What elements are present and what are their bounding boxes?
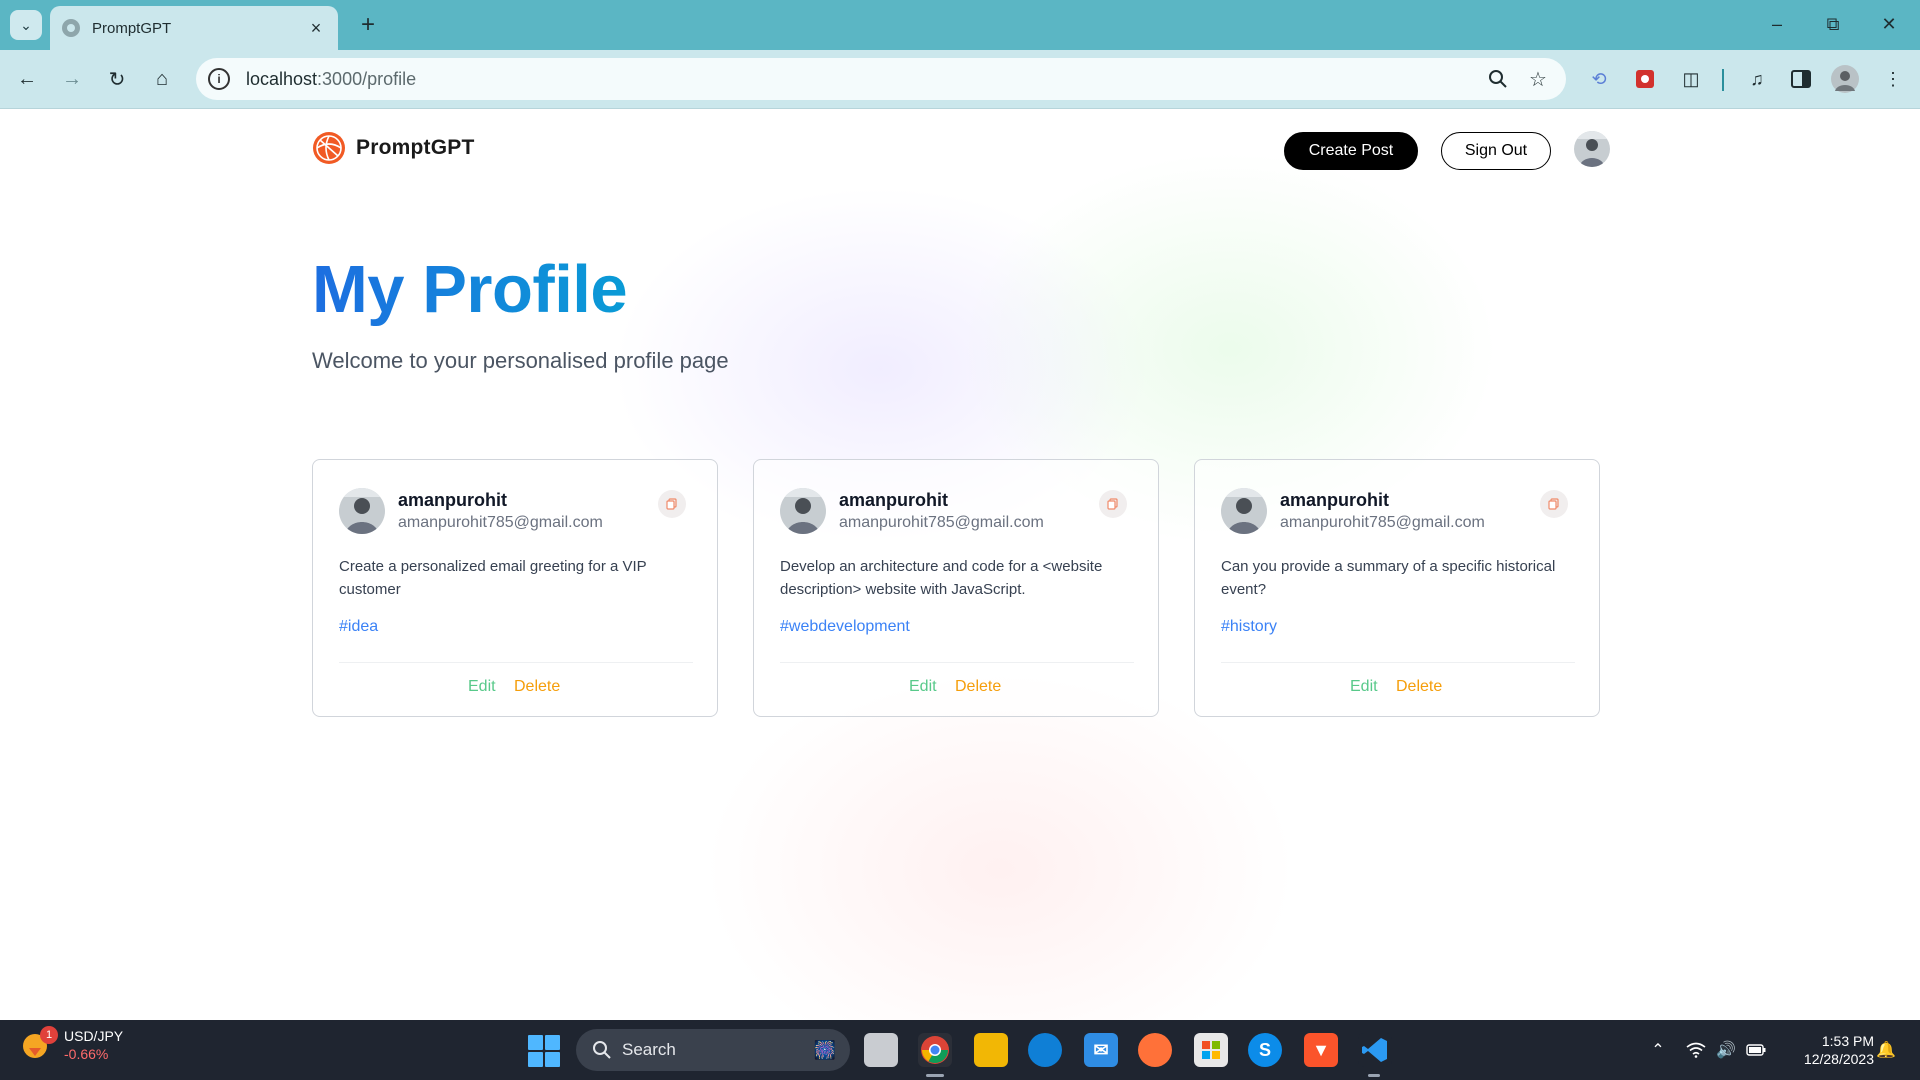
card-email: amanpurohit785@gmail.com [839, 514, 1044, 531]
search-icon [593, 1041, 611, 1059]
prompt-card: amanpurohit amanpurohit785@gmail.com Can… [1194, 459, 1600, 717]
tab-title: PromptGPT [92, 19, 172, 37]
user-avatar[interactable] [1574, 131, 1610, 167]
card-avatar[interactable] [1221, 488, 1267, 534]
widget-change: -0.66% [64, 1046, 109, 1062]
card-avatar[interactable] [339, 488, 385, 534]
firefox-icon[interactable] [1138, 1033, 1172, 1067]
card-email: amanpurohit785@gmail.com [398, 514, 603, 531]
prompt-card: amanpurohit amanpurohit785@gmail.com Dev… [753, 459, 1159, 717]
chrome-icon[interactable] [918, 1033, 952, 1067]
widget-pair: USD/JPY [64, 1028, 124, 1044]
edit-button[interactable]: Edit [1350, 678, 1378, 696]
zoom-icon[interactable] [1478, 59, 1518, 99]
task-view-icon[interactable] [864, 1033, 898, 1067]
currency-widget-icon: 1 [20, 1026, 58, 1062]
side-panel-icon[interactable] [1784, 62, 1818, 96]
page-subtitle: Welcome to your personalised profile pag… [312, 348, 729, 373]
home-icon[interactable]: ⌂ [145, 62, 179, 96]
browser-tab[interactable]: PromptGPT × [50, 6, 338, 50]
new-tab-plus-icon[interactable]: + [352, 9, 384, 41]
forward-arrow-icon[interactable]: → [55, 62, 89, 96]
card-divider [780, 662, 1134, 663]
copy-icon[interactable] [658, 490, 686, 518]
widgets-button[interactable]: 1 USD/JPY -0.66% [20, 1026, 124, 1062]
card-avatar[interactable] [780, 488, 826, 534]
back-arrow-icon[interactable]: ← [10, 62, 44, 96]
media-control-icon[interactable]: ♫ [1740, 62, 1774, 96]
brave-icon[interactable]: ▼ [1304, 1033, 1338, 1067]
profile-avatar[interactable] [1828, 62, 1862, 96]
window-close-icon[interactable]: ✕ [1866, 6, 1912, 42]
notification-badge: 1 [40, 1026, 58, 1044]
extensions-puzzle-icon[interactable]: ◫ [1674, 62, 1708, 96]
copy-icon[interactable] [1099, 490, 1127, 518]
url-text[interactable]: localhost:3000/profile [246, 69, 1478, 90]
card-tag[interactable]: #history [1221, 618, 1277, 636]
tab-favicon-icon [62, 19, 80, 37]
page-title: My Profile [312, 252, 628, 327]
card-username[interactable]: amanpurohit [1280, 490, 1389, 511]
card-prompt-text: Can you provide a summary of a specific … [1221, 558, 1556, 598]
wifi-icon[interactable] [1684, 1038, 1708, 1062]
clock-time: 1:53 PM [1821, 1033, 1874, 1049]
bookmark-star-icon[interactable]: ☆ [1518, 59, 1558, 99]
card-divider [1221, 662, 1575, 663]
sign-out-button[interactable]: Sign Out [1441, 132, 1551, 170]
card-email: amanpurohit785@gmail.com [1280, 514, 1485, 531]
create-post-button[interactable]: Create Post [1284, 132, 1418, 170]
tray-chevron-up-icon[interactable]: ⌃ [1646, 1038, 1670, 1062]
tab-search-chevron-icon[interactable]: ⌄ [10, 10, 42, 40]
logo-icon [313, 132, 345, 164]
taskbar-clock[interactable]: 1:53 PM 12/28/2023 [1792, 1032, 1874, 1068]
store-icon[interactable] [1194, 1033, 1228, 1067]
file-explorer-icon[interactable] [974, 1033, 1008, 1067]
delete-button[interactable]: Delete [1396, 678, 1442, 696]
mail-icon[interactable]: ✉ [1084, 1033, 1118, 1067]
address-bar[interactable]: i localhost:3000/profile ☆ [196, 58, 1566, 100]
app-navbar: PromptGPT Create Post Sign Out [312, 123, 1610, 170]
delete-button[interactable]: Delete [955, 678, 1001, 696]
extension-swirl-icon[interactable]: ⟲ [1582, 62, 1616, 96]
site-info-icon[interactable]: i [208, 68, 230, 90]
tab-close-icon[interactable]: × [306, 18, 326, 39]
battery-icon[interactable] [1744, 1038, 1768, 1062]
card-prompt-text: Create a personalized email greeting for… [339, 558, 647, 598]
taskbar-search[interactable]: Search 🎆 [576, 1029, 850, 1071]
taskbar: 1 USD/JPY -0.66% Search 🎆 ✉ S ▼ ⌃ 🔊 1:53… [0, 1020, 1920, 1080]
prompt-card: amanpurohit amanpurohit785@gmail.com Cre… [312, 459, 718, 717]
edit-button[interactable]: Edit [468, 678, 496, 696]
browser-toolbar: ← → ↻ ⌂ i localhost:3000/profile ☆ ⟲ ◫ ♫… [0, 50, 1920, 109]
browser-menu-kebab-icon[interactable]: ⋮ [1876, 62, 1910, 96]
edge-icon[interactable] [1028, 1033, 1062, 1067]
brand-logo[interactable]: PromptGPT [312, 131, 474, 165]
volume-icon[interactable]: 🔊 [1714, 1038, 1738, 1062]
delete-button[interactable]: Delete [514, 678, 560, 696]
restore-icon[interactable]: ⧉ [1810, 6, 1856, 42]
notification-bell-icon[interactable]: 🔔 [1874, 1038, 1898, 1062]
card-prompt-text: Develop an architecture and code for a <… [780, 558, 1103, 598]
reload-icon[interactable]: ↻ [100, 62, 134, 96]
edit-button[interactable]: Edit [909, 678, 937, 696]
skype-icon[interactable]: S [1248, 1033, 1282, 1067]
vscode-icon[interactable] [1358, 1033, 1392, 1067]
card-username[interactable]: amanpurohit [839, 490, 948, 511]
windows-start-icon[interactable] [528, 1035, 560, 1067]
minimize-icon[interactable]: – [1754, 6, 1800, 42]
copy-icon[interactable] [1540, 490, 1568, 518]
browser-tabstrip: ⌄ PromptGPT × + – ⧉ ✕ [0, 0, 1920, 50]
search-highlight-icon: 🎆 [813, 1039, 836, 1060]
clock-date: 12/28/2023 [1803, 1051, 1874, 1067]
card-tag[interactable]: #webdevelopment [780, 618, 910, 636]
card-divider [339, 662, 693, 663]
card-tag[interactable]: #idea [339, 618, 378, 636]
search-label: Search [622, 1040, 676, 1059]
brand-name: PromptGPT [356, 136, 475, 159]
page-content: PromptGPT Create Post Sign Out My Profil… [0, 109, 1920, 1020]
extension-red-icon[interactable] [1628, 62, 1662, 96]
card-username[interactable]: amanpurohit [398, 490, 507, 511]
